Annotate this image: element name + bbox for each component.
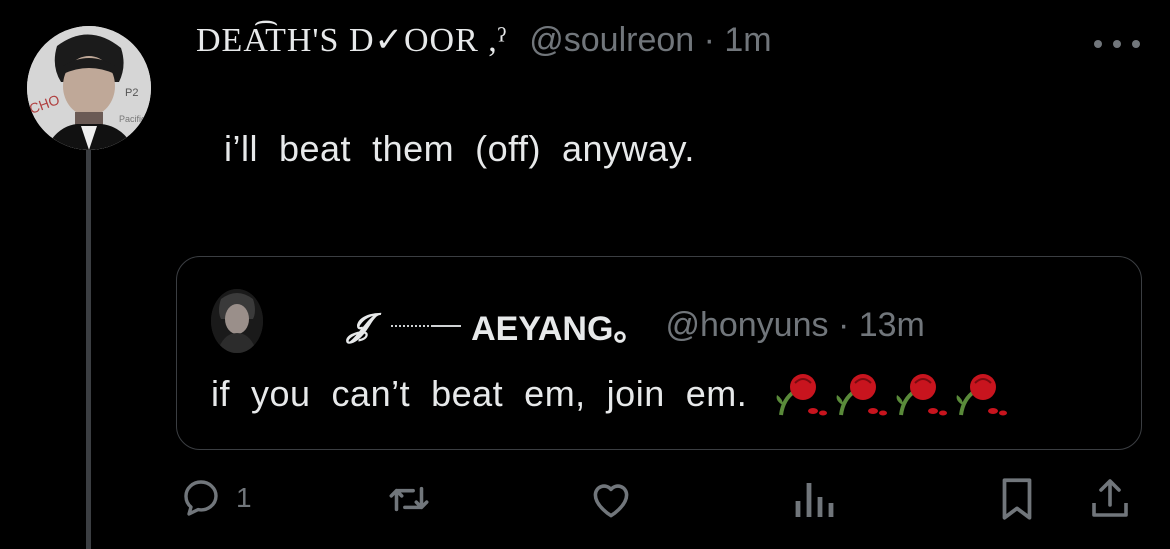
author-handle-time[interactable]: @soulreon · 1m <box>529 21 771 60</box>
quoted-name-glyph: 𝓙 <box>347 306 370 343</box>
retweet-button[interactable] <box>384 474 434 524</box>
views-button[interactable] <box>792 474 836 524</box>
name-divider-line <box>391 324 462 327</box>
tweet-header: DEA͡TH'S D✓OOR ,ˀ @soulreon · 1m <box>196 20 772 70</box>
quoted-tweet-card[interactable]: 𝓙 AEYANG。 @honyuns · 13m if you can’t be… <box>176 256 1142 450</box>
wilted-rose-icon <box>836 374 888 416</box>
svg-text:P2: P2 <box>125 87 138 99</box>
bookmark-icon <box>1002 478 1032 520</box>
tweet-action-bar: 1 <box>0 474 1170 534</box>
author-display-name[interactable]: DEA͡TH'S D✓OOR ,ˀ <box>196 20 507 60</box>
tweet-text: i’ll beat them (off) anyway. <box>224 128 695 169</box>
author-avatar[interactable]: CHO P2 Pacific <box>27 26 151 150</box>
quoted-author-display-name: AEYANG。 <box>471 310 648 348</box>
reply-count: 1 <box>236 482 252 513</box>
quoted-author-handle-time: @honyuns · 13m <box>665 306 925 344</box>
reply-icon <box>184 480 218 516</box>
share-button[interactable] <box>1086 474 1134 524</box>
like-icon <box>593 484 629 518</box>
more-options-icon[interactable] <box>1094 38 1140 50</box>
quoted-tweet-text: if you can’t beat em, join em. <box>211 373 748 414</box>
share-icon <box>1092 479 1128 517</box>
wilted-rose-icon <box>896 374 948 416</box>
reply-button[interactable]: 1 <box>178 474 252 522</box>
wilted-rose-icon <box>956 374 1008 416</box>
quoted-tweet-header: 𝓙 AEYANG。 @honyuns · 13m <box>347 301 925 350</box>
retweet-icon <box>389 486 429 512</box>
views-icon <box>795 483 834 517</box>
quoted-author-avatar <box>211 289 263 353</box>
wilted-rose-emoji-group <box>773 371 1013 417</box>
like-button[interactable] <box>586 474 636 524</box>
wilted-rose-icon <box>776 374 828 416</box>
svg-text:Pacific: Pacific <box>119 114 146 124</box>
bookmark-button[interactable] <box>994 474 1040 524</box>
quoted-tweet-text-row: if you can’t beat em, join em. <box>211 371 1013 417</box>
